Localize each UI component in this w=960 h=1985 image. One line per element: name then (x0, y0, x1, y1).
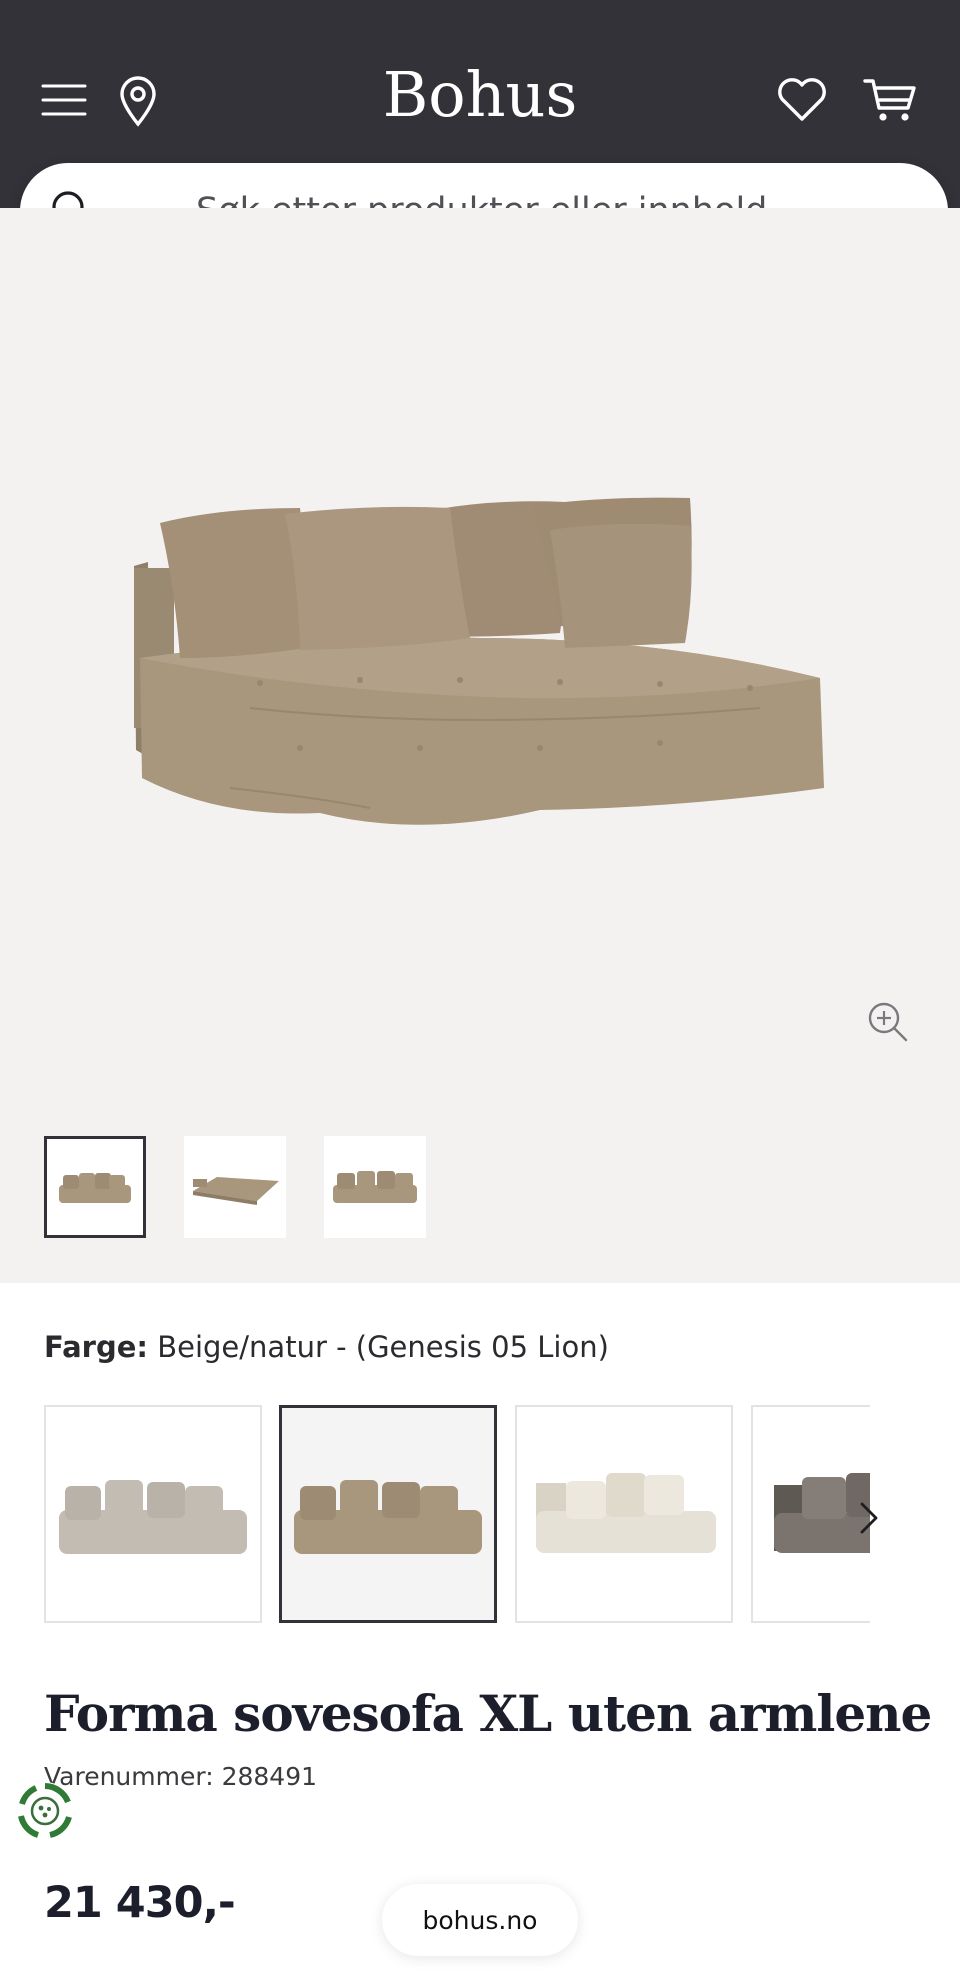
color-swatch-off-white[interactable] (515, 1405, 733, 1623)
product-gallery (0, 208, 960, 1283)
color-label: Farge: (44, 1330, 149, 1364)
gallery-thumbnail[interactable] (44, 1136, 146, 1238)
heart-icon[interactable] (774, 74, 830, 126)
color-value: Beige/natur - (Genesis 05 Lion) (157, 1330, 609, 1364)
eco-badge-icon[interactable] (14, 1780, 76, 1842)
gallery-thumbnail[interactable] (184, 1136, 286, 1238)
chevron-right-icon[interactable] (852, 1496, 886, 1540)
color-swatch-beige-natur[interactable] (279, 1405, 497, 1623)
cart-icon[interactable] (860, 74, 920, 126)
product-main-image[interactable] (120, 458, 840, 848)
color-swatch-grey-beige[interactable] (44, 1405, 262, 1623)
zoom-in-icon[interactable] (866, 1000, 910, 1044)
gallery-thumbnail[interactable] (324, 1136, 426, 1238)
product-title: Forma sovesofa XL uten armlene (44, 1684, 932, 1743)
url-indicator[interactable]: bohus.no (382, 1884, 578, 1956)
product-price: 21 430,- (44, 1878, 236, 1928)
color-selection-label: Farge: Beige/natur - (Genesis 05 Lion) (44, 1330, 609, 1364)
product-sku: Varenummer: 288491 (44, 1762, 318, 1791)
